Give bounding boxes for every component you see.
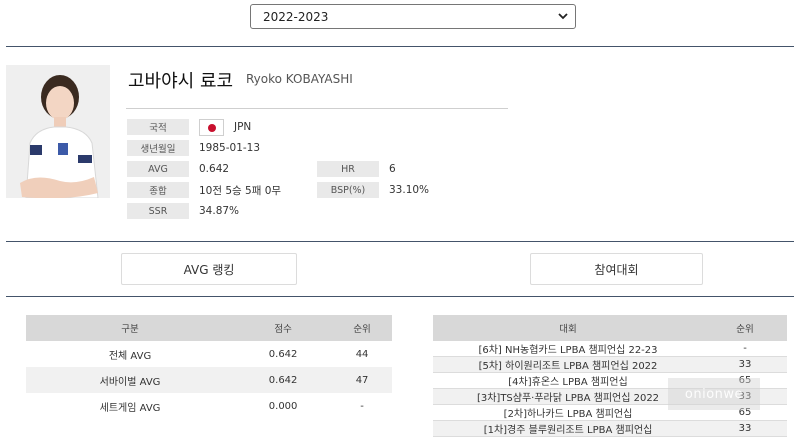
column-header: 구분 [26,315,235,341]
player-photo-illustration [6,65,110,198]
table-cell: 전체 AVG [108,350,152,362]
table-row[interactable]: [5차] 하이원리조트 LPBA 챔피언십 2022 33 [433,356,787,373]
hr-value: 6 [389,163,396,175]
total-record-value: 10전 5승 5패 0무 [199,184,282,197]
table-cell: - [360,400,364,412]
tournament-rank: 33 [703,420,787,437]
table-cell: 47 [332,367,392,393]
season-select-value: 2022-2023 [263,9,329,24]
middle-divider [6,241,794,242]
avg-label: AVG [127,161,189,177]
ssr-value: 34.87% [199,205,240,217]
nationality-label: 국적 [127,119,189,135]
table-row: 서바이벌 AVG 0.642 47 [26,367,392,393]
bsp-label: BSP(%) [317,182,379,198]
nationality-value: JPN [234,121,252,133]
watermark: onionwe [668,378,760,410]
bsp-value: 33.10% [389,184,430,196]
table-cell: 0.642 [268,348,298,360]
tournament-name-link[interactable]: [6차] NH농협카드 LPBA 챔피언십 22-23 [433,341,703,357]
avg-value: 0.642 [199,163,230,175]
tournament-rank: 33 [703,356,787,373]
avg-ranking-table: 구분 점수 순위 전체 AVG 0.642 44 서바이벌 AVG 0.642 … [26,315,392,419]
name-underline [126,108,508,109]
column-header: 점수 [234,315,333,341]
table-row[interactable]: [6차] NH농협카드 LPBA 챔피언십 22-23 - [433,341,787,357]
tournament-rank: - [703,341,787,357]
lower-divider [6,296,794,297]
table-cell: 0.000 [268,400,298,412]
chevron-down-icon [558,13,568,20]
table-cell: 서바이벌 AVG [26,367,235,393]
top-divider [6,46,794,47]
column-header: 순위 [703,315,787,341]
table-header-row: 대회 순위 [433,315,787,341]
table-cell: 44 [355,348,369,360]
table-row[interactable]: [1차]경주 블루원리조트 LPBA 챔피언십 33 [433,420,787,437]
column-header: 순위 [332,315,392,341]
season-select[interactable]: 2022-2023 [250,4,576,29]
tab-tournaments[interactable]: 참여대회 [530,253,703,285]
player-name-english: Ryoko KOBAYASHI [246,72,353,86]
tournament-name-link[interactable]: [1차]경주 블루원리조트 LPBA 챔피언십 [433,420,703,437]
column-header: 대회 [433,315,703,341]
tournament-table: 대회 순위 [6차] NH농협카드 LPBA 챔피언십 22-23 - [5차]… [433,315,787,437]
ssr-label: SSR [127,203,189,219]
tournament-name-link[interactable]: [2차]하나카드 LPBA 챔피언십 [433,404,703,421]
birth-date-value: 1985-01-13 [199,142,261,154]
tournament-name-link[interactable]: [4차]휴온스 LPBA 챔피언십 [433,372,703,389]
birth-date-label: 생년월일 [127,140,189,156]
table-cell: 세트게임 AVG [99,402,161,414]
table-cell: 0.642 [234,367,333,393]
total-record-label: 종합 [127,182,189,198]
player-name-korean: 고바야시 료코 [128,71,234,92]
table-row: 세트게임 AVG 0.000 - [26,393,392,419]
player-photo [6,65,110,198]
tournament-name-link[interactable]: [5차] 하이원리조트 LPBA 챔피언십 2022 [433,356,703,373]
tab-avg-ranking[interactable]: AVG 랭킹 [121,253,297,285]
japan-flag-icon [199,119,224,136]
tournament-name-link[interactable]: [3차]TS샴푸·푸라닭 LPBA 챔피언십 2022 [433,388,703,405]
table-row: 전체 AVG 0.642 44 [26,341,392,367]
table-header-row: 구분 점수 순위 [26,315,392,341]
hr-label: HR [317,161,379,177]
